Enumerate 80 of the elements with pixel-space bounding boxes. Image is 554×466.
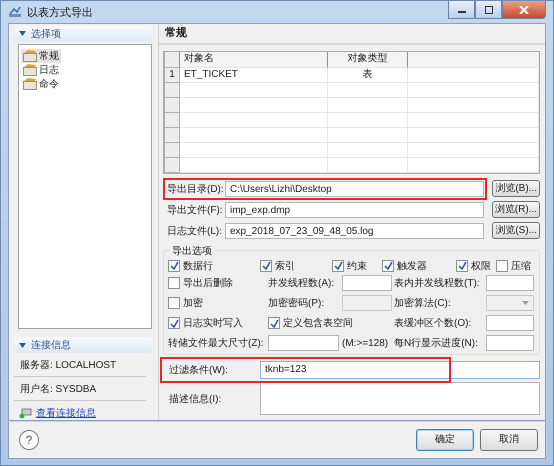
path-field[interactable]: exp_2018_07_23_09_48_05.log (225, 222, 484, 238)
input-field[interactable] (486, 335, 534, 351)
group-title: 导出选项 (170, 244, 214, 258)
path-field[interactable]: imp_exp.dmp (225, 202, 484, 218)
field-label: 加密密码(P): (268, 298, 324, 309)
dropdown-arrow-icon (522, 301, 529, 305)
connection-info-text: 服务器: LOCALHOST (14, 353, 146, 377)
checkbox[interactable] (496, 260, 508, 272)
hint-text: (M:>=128) (342, 338, 388, 348)
tree-item[interactable]: 命令 (21, 76, 61, 91)
checkbox-label: 导出后删除 (183, 276, 233, 290)
table-cell: ET_TICKET (180, 68, 328, 83)
ok-button[interactable]: 确定 (416, 429, 474, 451)
tree-item[interactable]: 日志 (21, 62, 61, 77)
close-button[interactable] (502, 1, 546, 19)
checkbox[interactable] (268, 317, 280, 329)
field-label: 每N行显示进度(N): (394, 338, 478, 349)
input-field[interactable] (342, 275, 392, 291)
checkbox-label: 定义包含表空间 (283, 316, 353, 330)
collapse-icon (19, 31, 26, 36)
field-label: 导出目录(D): (167, 182, 223, 196)
input-field[interactable] (486, 315, 534, 331)
checkbox[interactable] (456, 260, 468, 272)
close-icon (519, 6, 529, 14)
checkbox-label: 索引 (275, 260, 295, 272)
connection-info-text: 用户名: SYSDBA (14, 377, 146, 401)
field-label: 描述信息(I): (168, 392, 222, 406)
maximize-button[interactable] (475, 1, 502, 19)
connection-icon (19, 407, 33, 419)
folder-icon (23, 64, 37, 76)
collapse-icon (19, 342, 26, 348)
filter-field[interactable]: tknb=123 (260, 361, 540, 379)
field-label: 导出文件(F): (167, 204, 223, 216)
checkbox[interactable] (332, 260, 344, 272)
cancel-button[interactable]: 取消 (480, 429, 538, 451)
checkbox-label: 压缩 (511, 260, 531, 272)
folder-icon (23, 50, 37, 62)
checkbox-label: 加密 (183, 296, 203, 310)
field-label: 并发线程数(A): (268, 278, 334, 289)
field-label: 日志文件(L): (167, 224, 223, 238)
section-title: 选择项 (31, 28, 61, 41)
folder-icon (23, 78, 37, 90)
chart-icon (8, 6, 22, 18)
checkbox-label: 触发器 (397, 260, 427, 272)
view-connection-link[interactable]: 查看连接信息 (36, 406, 96, 420)
checkbox[interactable] (168, 317, 180, 329)
checkbox-label: 约束 (347, 260, 367, 272)
checkbox-label: 权限 (471, 260, 491, 272)
checkbox[interactable] (382, 260, 394, 272)
table-cell: 表 (328, 68, 408, 83)
path-field[interactable]: C:\Users\Lizhi\Desktop (225, 180, 484, 196)
maximize-icon (484, 6, 494, 14)
checkbox[interactable] (168, 260, 180, 272)
window-title: 以表方式导出 (27, 6, 93, 20)
section-header[interactable]: 连接信息 (14, 337, 152, 353)
browse-button[interactable]: 浏览(R)... (492, 201, 540, 218)
column-header[interactable]: 对象类型 (328, 52, 408, 68)
tree-item[interactable]: 常规 (21, 48, 61, 63)
section-title: 连接信息 (31, 338, 71, 352)
column-header[interactable]: 对象名 (180, 52, 328, 68)
minimize-button[interactable] (448, 1, 475, 19)
field-label: 表内并发线程数(T): (394, 278, 480, 289)
page-title: 常规 (159, 24, 545, 45)
help-button[interactable]: ? (19, 430, 39, 450)
field-label: 加密算法(C): (394, 298, 451, 309)
checkbox-label: 数据行 (183, 260, 213, 272)
input-field[interactable] (268, 335, 340, 351)
field-label: 转储文件最大尺寸(Z): (168, 338, 264, 349)
input-field[interactable] (486, 275, 534, 291)
checkbox-label: 日志实时写入 (183, 316, 243, 330)
description-field[interactable] (260, 382, 540, 415)
checkbox[interactable] (168, 297, 180, 309)
field-label: 过滤条件(W): (168, 364, 229, 377)
field-label: 表缓冲区个数(O): (394, 318, 472, 329)
checkbox[interactable] (260, 260, 272, 272)
checkbox[interactable] (168, 277, 180, 289)
section-header[interactable]: 选择项 (14, 26, 152, 42)
browse-button[interactable]: 浏览(S)... (492, 222, 540, 239)
row-number: 1 (164, 68, 180, 83)
browse-button[interactable]: 浏览(B)... (492, 180, 540, 197)
